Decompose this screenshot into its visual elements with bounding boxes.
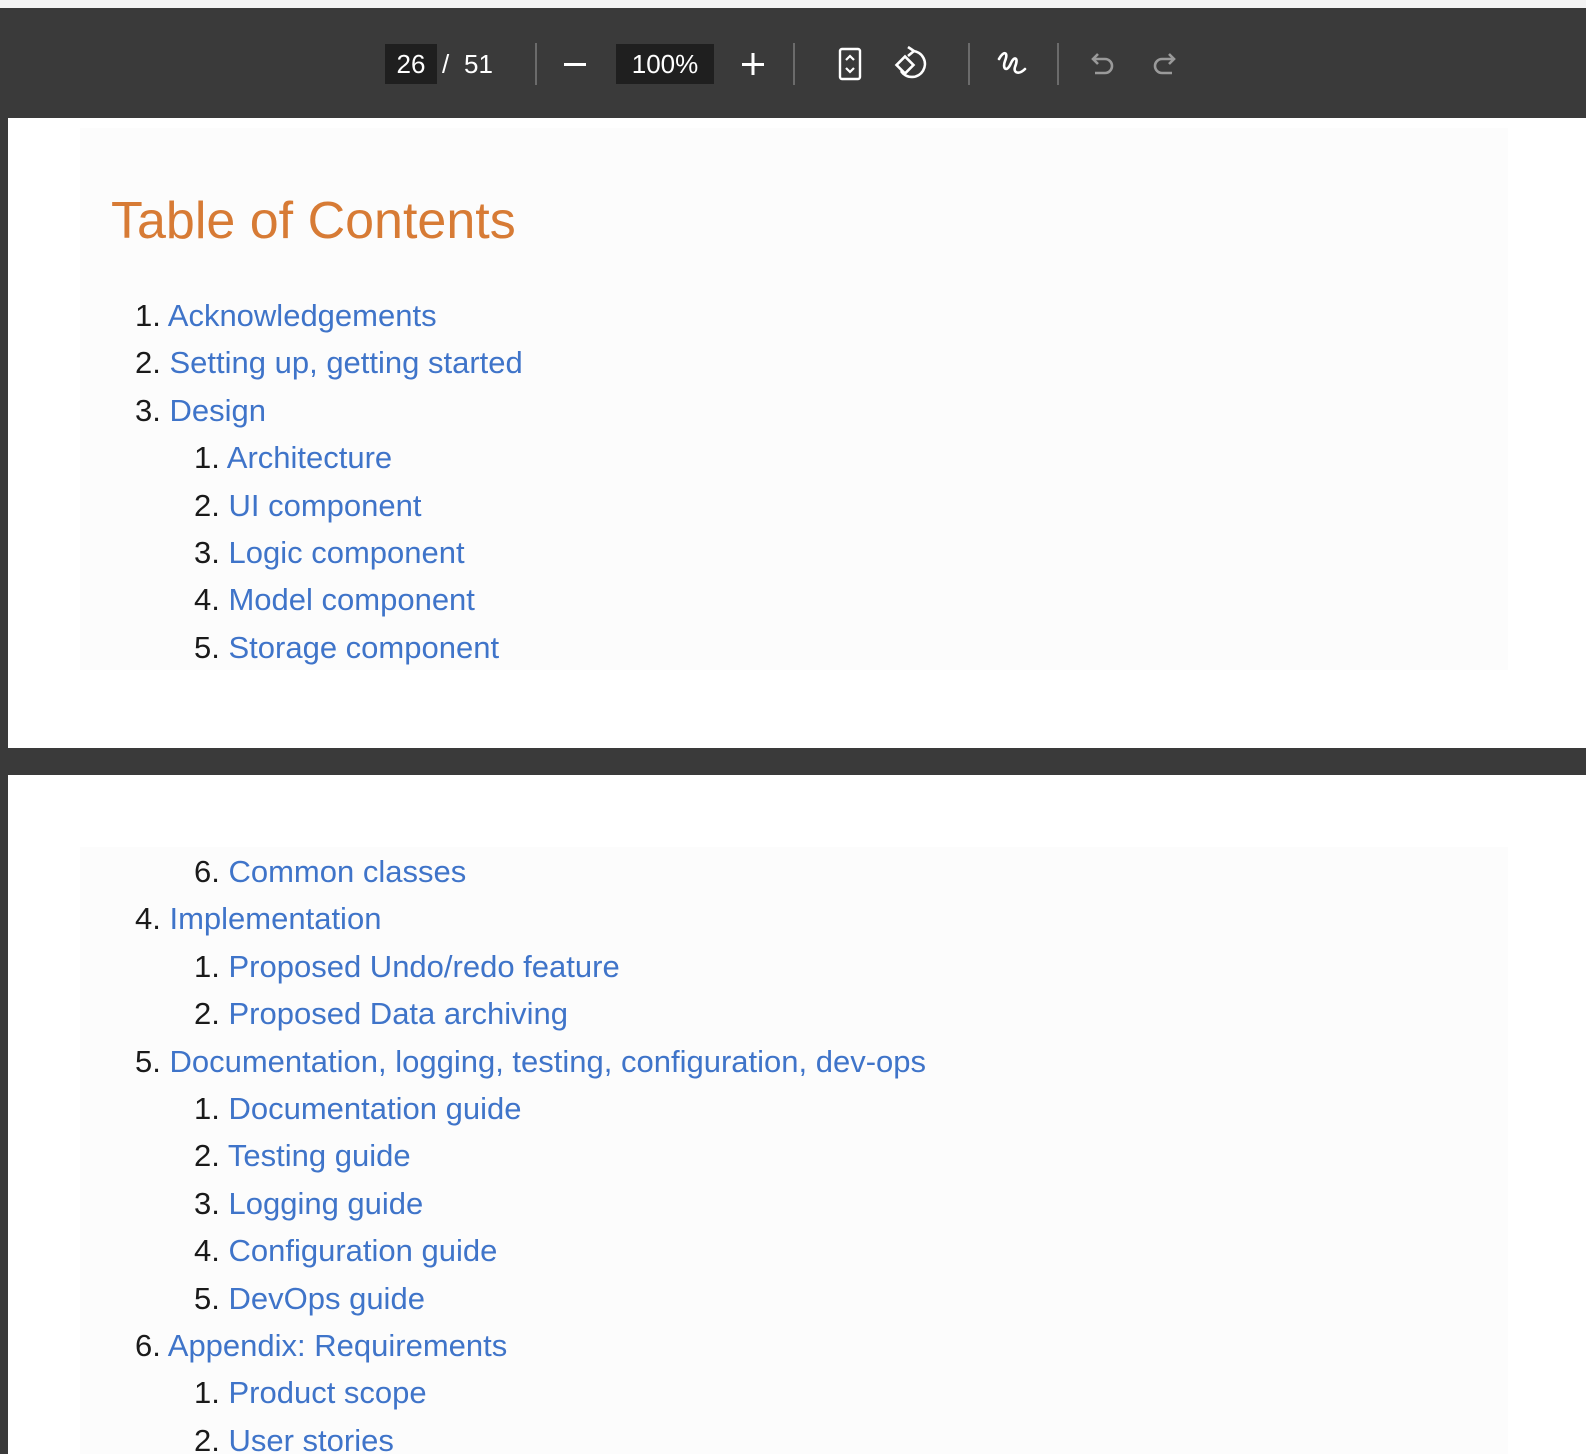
page-separator: / (442, 49, 450, 79)
pdf-page: Table of Contents 1. Acknowledgements 2. … (8, 118, 1586, 748)
toc-link[interactable]: Proposed Undo/redo feature (228, 949, 619, 984)
toc-link[interactable]: Acknowledgements (168, 298, 437, 333)
fit-page-button[interactable] (828, 42, 872, 86)
toc-item-number: 2. (194, 996, 220, 1032)
toc-link[interactable]: Storage component (228, 630, 499, 665)
toc-link[interactable]: Appendix: Requirements (168, 1328, 507, 1363)
toc-item-number: 6. (135, 1328, 161, 1363)
rotate-icon (894, 46, 927, 79)
toc-item-number: 4. (194, 582, 220, 618)
toc-item: 6. Common classes (194, 852, 466, 892)
toc-item: 1. Product scope (194, 1373, 427, 1413)
toc-item-number: 6. (194, 854, 220, 889)
toc-item-number: 3. (135, 392, 161, 428)
toc-link[interactable]: Testing guide (228, 1138, 411, 1173)
redo-button[interactable] (1143, 42, 1187, 86)
toolbar-divider (793, 43, 795, 85)
zoom-level[interactable]: 100% (616, 44, 714, 84)
toc-item-number: 1. (194, 1375, 220, 1411)
toc-link[interactable]: Architecture (227, 440, 392, 475)
toc-item: 1. Architecture (194, 438, 392, 478)
toc-link[interactable]: Logging guide (228, 1186, 423, 1221)
toc-link[interactable]: User stories (228, 1423, 393, 1454)
toc-item: 5. DevOps guide (194, 1279, 425, 1319)
toc-item: 5. Storage component (194, 628, 499, 668)
toc-link[interactable]: Implementation (169, 901, 381, 936)
page-title: Table of Contents (111, 192, 516, 250)
page-content: 6. Common classes 4. Implementation 1. Pro… (80, 847, 1508, 1454)
toc-item-number: 4. (194, 1233, 220, 1269)
toc-item: 2. Proposed Data archiving (194, 994, 568, 1034)
toc-link[interactable]: Common classes (228, 854, 466, 889)
toc-link[interactable]: Configuration guide (228, 1233, 497, 1268)
toc-item: 1. Proposed Undo/redo feature (194, 947, 620, 987)
toc-link[interactable]: Design (169, 393, 266, 428)
toc-item: 4. Model component (194, 580, 475, 620)
toc-item-number: 5. (135, 1043, 161, 1079)
toc-item-number: 1. (194, 1091, 220, 1126)
fit-page-icon (838, 47, 862, 81)
toc-item-number: 3. (194, 1185, 220, 1221)
toc-item: 5. Documentation, logging, testing, conf… (135, 1042, 926, 1082)
toc-item: 3. Logging guide (194, 1184, 423, 1224)
toc-item: 1. Acknowledgements (135, 296, 437, 336)
toolbar-divider (535, 43, 537, 85)
toc-item: 6. Appendix: Requirements (135, 1326, 507, 1366)
toc-item-number: 4. (135, 901, 161, 937)
toc-item: 2. User stories (194, 1421, 394, 1454)
plus-icon (742, 53, 764, 75)
pdf-toolbar: 26 / 51 100% (0, 8, 1586, 118)
window-top-border (0, 0, 1586, 8)
draw-button[interactable] (990, 42, 1034, 86)
toc-link[interactable]: Proposed Data archiving (228, 996, 567, 1031)
toc-item: 4. Implementation (135, 899, 381, 939)
toc-item: 3. Logic component (194, 533, 465, 573)
toc-link[interactable]: Documentation, logging, testing, configu… (169, 1044, 926, 1079)
toc-item-number: 1. (135, 298, 161, 333)
toc-link[interactable]: DevOps guide (228, 1281, 424, 1316)
toc-item: 2. UI component (194, 486, 421, 526)
toc-item: 3. Design (135, 391, 266, 431)
page-content: Table of Contents 1. Acknowledgements 2. … (80, 128, 1508, 670)
zoom-in-button[interactable] (731, 42, 775, 86)
toc-item-number: 5. (194, 629, 220, 665)
toolbar-divider (1057, 43, 1059, 85)
toc-item-number: 5. (194, 1280, 220, 1316)
toc-item-number: 1. (194, 948, 220, 984)
zoom-out-button[interactable] (553, 42, 597, 86)
toc-item: 1. Documentation guide (194, 1089, 521, 1129)
toc-link[interactable]: Documentation guide (228, 1091, 521, 1126)
toc-item-number: 2. (194, 1138, 220, 1174)
toolbar-divider (968, 43, 970, 85)
toc-link[interactable]: Logic component (228, 535, 464, 570)
total-pages: 51 (464, 49, 493, 79)
rotate-button[interactable] (890, 42, 934, 86)
undo-button[interactable] (1080, 42, 1124, 86)
toc-item: 4. Configuration guide (194, 1231, 497, 1271)
toc-link[interactable]: Setting up, getting started (169, 345, 522, 380)
toc-item-number: 3. (194, 535, 220, 570)
pdf-page: 6. Common classes 4. Implementation 1. Pro… (8, 775, 1586, 1454)
draw-icon (997, 51, 1027, 74)
toc-item: 2. Setting up, getting started (135, 343, 523, 383)
toc-item-number: 1. (194, 440, 220, 476)
toc-link[interactable]: UI component (228, 488, 421, 523)
page-number-input[interactable]: 26 (385, 44, 437, 84)
redo-icon (1153, 53, 1176, 75)
undo-icon (1091, 53, 1114, 75)
pdf-viewer: 26 / 51 100% Table of Contents 1. Acknow… (0, 8, 1586, 1454)
toc-link[interactable]: Model component (228, 582, 474, 617)
toc-item-number: 2. (194, 487, 220, 523)
minus-icon (564, 63, 586, 66)
toc-item-number: 2. (194, 1422, 220, 1454)
toc-item: 2. Testing guide (194, 1136, 411, 1176)
toc-link[interactable]: Product scope (228, 1375, 426, 1410)
toc-item-number: 2. (135, 345, 161, 381)
